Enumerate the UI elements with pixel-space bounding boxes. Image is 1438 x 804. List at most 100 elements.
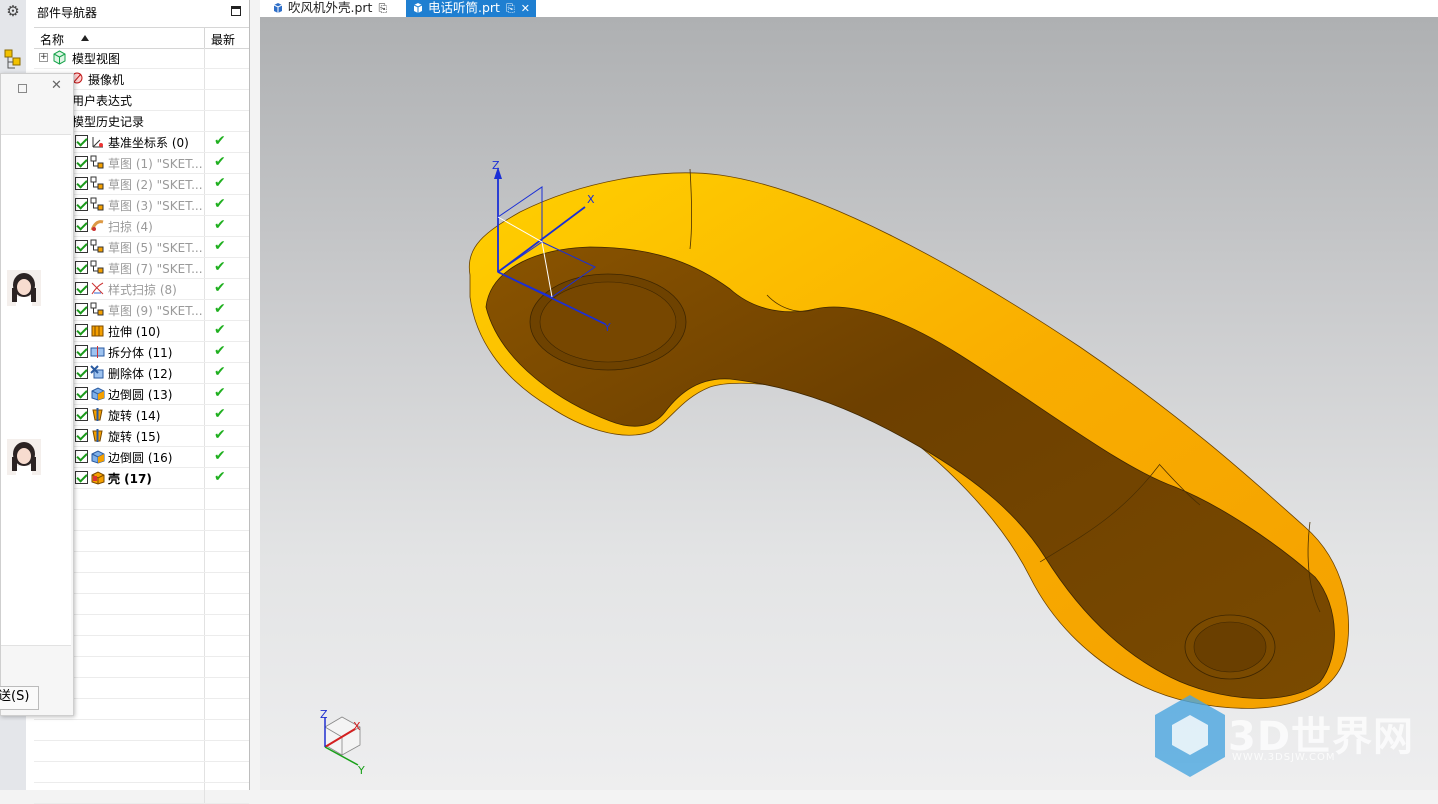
up-to-date-check-icon: ✔ <box>214 196 226 212</box>
revolve-icon <box>92 408 103 421</box>
feature-checkbox[interactable] <box>75 450 88 463</box>
restore-icon[interactable] <box>18 84 27 93</box>
maximize-icon[interactable] <box>231 6 241 16</box>
tree-row-label: 边倒圆 (16) <box>108 451 173 465</box>
triad-z-label: Z <box>320 708 328 721</box>
feature-checkbox[interactable] <box>75 429 88 442</box>
sketch-icon <box>90 239 104 253</box>
part-navigator-tab-icon[interactable] <box>3 48 23 70</box>
tree-row-label: 草图 (3) "SKET... <box>108 199 203 213</box>
watermark-url: WWW.3DSJW.COM <box>1232 752 1336 763</box>
up-to-date-check-icon: ✔ <box>214 322 226 338</box>
feature-checkbox[interactable] <box>75 282 88 295</box>
feature-checkbox[interactable] <box>75 198 88 211</box>
feature-checkbox[interactable] <box>75 261 88 274</box>
feature-checkbox[interactable] <box>75 156 88 169</box>
tree-row-label: 旋转 (14) <box>108 409 161 423</box>
feature-checkbox[interactable] <box>75 408 88 421</box>
split-body-icon <box>90 346 105 358</box>
sketch-icon <box>90 176 104 190</box>
tree-row-label: 拆分体 (11) <box>108 346 173 360</box>
tree-row-label: 模型历史记录 <box>72 115 145 129</box>
tab-label: 吹风机外壳.prt <box>288 0 373 15</box>
up-to-date-check-icon: ✔ <box>214 238 226 254</box>
up-to-date-check-icon: ✔ <box>214 343 226 359</box>
tree-row-label: 草图 (2) "SKET... <box>108 178 203 192</box>
modified-icon: ⎘ <box>378 2 388 15</box>
wcs-x-label: X <box>587 193 595 206</box>
send-button[interactable]: 送(S) <box>0 686 39 710</box>
datum-csys-icon <box>92 137 103 148</box>
wcs-z-label: Z <box>492 159 500 172</box>
feature-checkbox[interactable] <box>75 345 88 358</box>
avatar <box>7 439 41 475</box>
tree-row-label: 草图 (9) "SKET... <box>108 304 203 318</box>
edge-blend-icon <box>91 387 105 401</box>
tree-row-label: 删除体 (12) <box>108 367 173 381</box>
up-to-date-check-icon: ✔ <box>214 364 226 380</box>
close-icon[interactable]: ✕ <box>51 78 62 93</box>
triad-x-label: X <box>353 720 361 733</box>
view-triad[interactable]: Z X Y <box>320 708 365 777</box>
empty-row <box>34 720 249 741</box>
navigator-header: 部件导航器 <box>26 0 249 24</box>
navigator-title: 部件导航器 <box>37 6 98 20</box>
column-divider[interactable] <box>204 28 205 48</box>
sketch-icon <box>90 155 104 169</box>
up-to-date-check-icon: ✔ <box>214 385 226 401</box>
tab-label: 电话听筒.prt <box>428 0 500 15</box>
feature-checkbox[interactable] <box>75 366 88 379</box>
sort-ascending-icon <box>81 35 89 41</box>
tab-hair-dryer-shell[interactable]: 吹风机外壳.prt ⎘ <box>266 0 396 17</box>
tree-row-label: 壳 (17) <box>108 472 152 486</box>
extrude-icon <box>91 325 104 337</box>
file-tab-bar: 吹风机外壳.prt ⎘ 电话听筒.prt ⎘ ✕ <box>260 0 1438 17</box>
tree-row-label: 扫掠 (4) <box>108 220 153 234</box>
empty-row <box>34 741 249 762</box>
handset-model[interactable]: Z X Y Z X Y <box>260 17 1438 790</box>
floating-panel: ✕ 送(S) <box>0 73 74 716</box>
up-to-date-check-icon: ✔ <box>214 175 226 191</box>
up-to-date-check-icon: ✔ <box>214 469 226 485</box>
expand-toggle[interactable]: + <box>39 53 48 62</box>
tab-telephone-handset[interactable]: 电话听筒.prt ⎘ ✕ <box>406 0 536 17</box>
tree-row-model-views[interactable]: + 模型视图 <box>34 48 249 69</box>
feature-checkbox[interactable] <box>75 177 88 190</box>
feature-checkbox[interactable] <box>75 219 88 232</box>
feature-checkbox[interactable] <box>75 240 88 253</box>
feature-checkbox[interactable] <box>75 324 88 337</box>
up-to-date-check-icon: ✔ <box>214 133 226 149</box>
tree-row-label: 基准坐标系 (0) <box>108 136 189 150</box>
tree-row-label: 草图 (7) "SKET... <box>108 262 203 276</box>
delete-body-icon <box>90 365 104 379</box>
close-tab-icon[interactable]: ✕ <box>521 1 530 17</box>
graphics-viewport[interactable]: Z X Y Z X Y 3D世界网 WWW.3DSJW.COM <box>260 17 1438 790</box>
feature-checkbox[interactable] <box>75 303 88 316</box>
modified-icon: ⎘ <box>505 2 515 15</box>
wcs-y-label: Y <box>603 321 611 334</box>
watermark-logo-icon <box>1155 695 1225 777</box>
empty-row <box>34 783 249 804</box>
feature-checkbox[interactable] <box>75 387 88 400</box>
edge-blend-icon <box>91 450 105 464</box>
column-latest-header[interactable]: 最新 <box>211 31 235 48</box>
styled-sweep-icon <box>91 282 104 295</box>
up-to-date-check-icon: ✔ <box>214 154 226 170</box>
up-to-date-check-icon: ✔ <box>214 427 226 443</box>
column-name-header[interactable]: 名称 <box>40 31 64 48</box>
feature-checkbox[interactable] <box>75 135 88 148</box>
sketch-icon <box>90 302 104 316</box>
panel-content <box>1 134 71 646</box>
tree-row-label: 样式扫掠 (8) <box>108 283 177 297</box>
model-views-icon <box>53 50 66 65</box>
gear-icon[interactable]: ⚙ <box>5 3 21 19</box>
avatar <box>7 270 41 306</box>
tree-row-label: 拉伸 (10) <box>108 325 161 339</box>
empty-row <box>34 762 249 783</box>
feature-checkbox[interactable] <box>75 471 88 484</box>
revolve-icon <box>92 429 103 442</box>
part-file-icon <box>273 3 283 13</box>
sketch-icon <box>90 260 104 274</box>
triad-y-label: Y <box>357 764 365 777</box>
tree-row-label: 边倒圆 (13) <box>108 388 173 402</box>
